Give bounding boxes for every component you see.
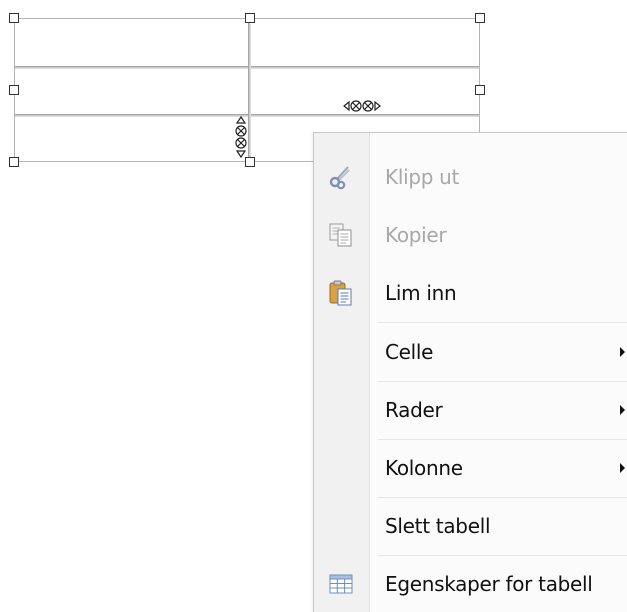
menu-item-table-properties[interactable]: Egenskaper for tabell	[314, 555, 627, 612]
menu-item-label: Celle	[385, 340, 434, 364]
context-menu[interactable]: Klipp ut Kopier Lim inn Celle Rader Kolo…	[313, 132, 627, 612]
resize-handle-top-middle[interactable]	[245, 13, 255, 23]
menu-item-cut[interactable]: Klipp ut	[314, 148, 627, 206]
row-resize-marker-icon[interactable]	[233, 115, 249, 161]
resize-handle-middle-left[interactable]	[9, 85, 19, 95]
paste-icon	[328, 280, 354, 306]
menu-item-cell[interactable]: Celle	[314, 323, 627, 381]
resize-handle-middle-right[interactable]	[475, 85, 485, 95]
menu-item-label: Egenskaper for tabell	[385, 572, 593, 596]
menu-item-delete-table[interactable]: Slett tabell	[314, 497, 627, 555]
menu-item-label: Lim inn	[385, 281, 457, 305]
menu-item-copy[interactable]: Kopier	[314, 206, 627, 264]
submenu-arrow-icon	[620, 463, 625, 473]
editor-canvas[interactable]: Klipp ut Kopier Lim inn Celle Rader Kolo…	[0, 0, 627, 612]
resize-handle-top-left[interactable]	[9, 13, 19, 23]
submenu-arrow-icon	[620, 405, 625, 415]
copy-icon	[328, 222, 354, 248]
resize-handle-bottom-left[interactable]	[9, 157, 19, 167]
menu-item-label: Klipp ut	[385, 165, 460, 189]
submenu-arrow-icon	[620, 347, 625, 357]
menu-item-column[interactable]: Kolonne	[314, 439, 627, 497]
row-border[interactable]	[15, 66, 479, 69]
menu-item-label: Kopier	[385, 223, 447, 247]
column-resize-marker-icon[interactable]	[342, 98, 382, 116]
scissors-icon	[328, 164, 354, 190]
resize-handle-top-right[interactable]	[475, 13, 485, 23]
menu-item-label: Kolonne	[385, 456, 463, 480]
menu-item-paste[interactable]: Lim inn	[314, 264, 627, 322]
menu-item-rows[interactable]: Rader	[314, 381, 627, 439]
table-properties-icon	[328, 571, 354, 597]
menu-item-label: Rader	[385, 398, 443, 422]
menu-item-label: Slett tabell	[385, 514, 491, 538]
